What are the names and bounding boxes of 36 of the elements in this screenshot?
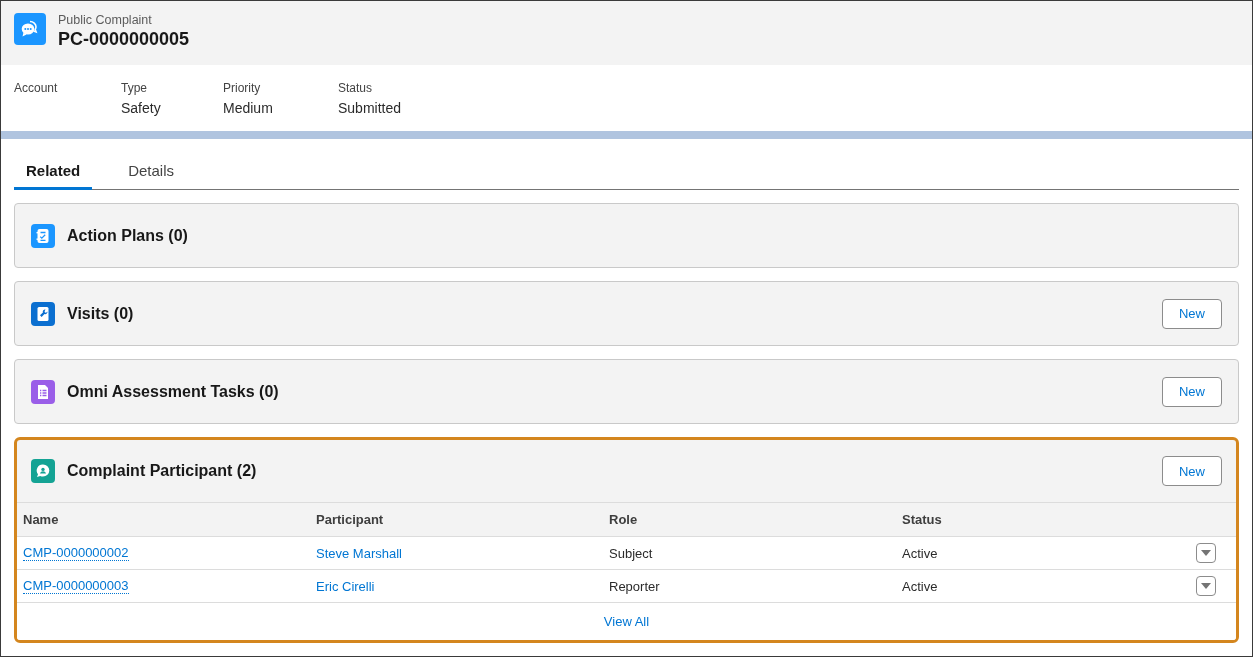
record-link[interactable]: CMP-0000000002 [23, 545, 129, 561]
table-cell: Active [902, 578, 938, 594]
column-header: Status [902, 512, 942, 527]
field-value: Submitted [338, 99, 402, 117]
caret-down-icon [1201, 583, 1211, 589]
tab[interactable]: Related [14, 154, 93, 190]
record-link[interactable]: CMP-0000000003 [23, 578, 129, 594]
chat-bubbles-icon [14, 13, 46, 45]
new-button[interactable]: New [1162, 456, 1222, 486]
field-label: Account [14, 81, 58, 96]
row-action-button[interactable] [1196, 543, 1216, 563]
field-label: Type [121, 81, 147, 96]
table-cell: Subject [609, 545, 653, 561]
caret-down-icon [1201, 550, 1211, 556]
field-label: Status [338, 81, 373, 96]
participant-link[interactable]: Steve Marshall [316, 545, 402, 561]
card-title[interactable]: Visits (0) [67, 304, 1150, 323]
column-header: Name [23, 512, 59, 527]
column-header: Role [609, 512, 638, 527]
new-button[interactable]: New [1162, 376, 1222, 407]
field-label: Priority [223, 81, 261, 96]
table-cell: Active [902, 545, 938, 561]
card-title[interactable]: Action Plans (0) [67, 226, 1222, 245]
card-title[interactable]: Omni Assessment Tasks (0) [67, 382, 1150, 401]
record-title: PC-0000000005 [58, 28, 190, 50]
field-value: Medium [223, 99, 273, 117]
object-type-label: Public Complaint [58, 13, 153, 28]
view-all-link[interactable]: View All [603, 614, 650, 629]
field-value: Safety [121, 99, 161, 117]
column-header: Participant [316, 512, 384, 527]
tab[interactable]: Details [116, 154, 187, 190]
participant-link[interactable]: Eric Cirelli [316, 578, 375, 594]
card-title[interactable]: Complaint Participant (2) [67, 462, 1150, 480]
new-button[interactable]: New [1162, 298, 1222, 329]
table-cell: Reporter [609, 578, 660, 594]
row-action-button[interactable] [1196, 576, 1216, 596]
